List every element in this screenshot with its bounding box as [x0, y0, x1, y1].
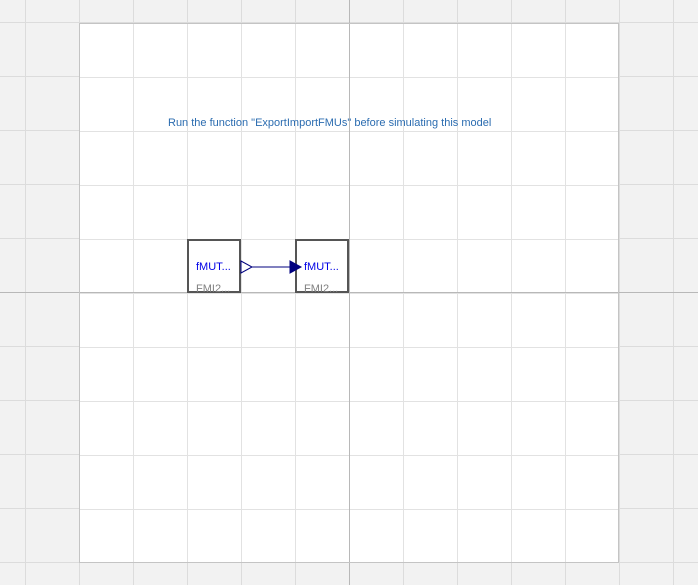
input-port-icon[interactable]: [289, 260, 303, 274]
connection-layer: [240, 260, 303, 274]
output-port-icon[interactable]: [240, 260, 254, 274]
diagram-editor: { "diagram": { "annotation": "Run the fu…: [0, 0, 698, 585]
diagram-canvas[interactable]: Run the function "ExportImportFMUs" befo…: [79, 23, 619, 563]
